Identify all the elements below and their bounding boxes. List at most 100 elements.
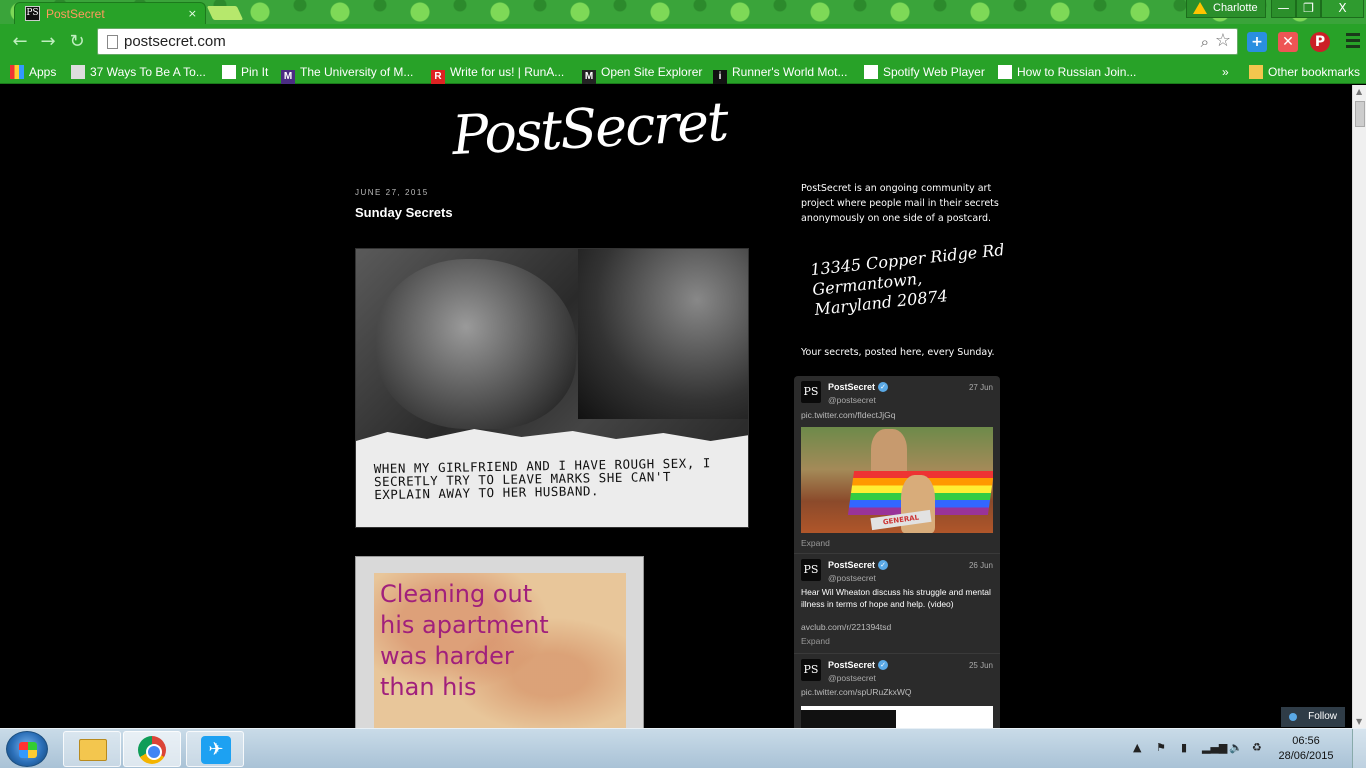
bookmark-apps[interactable]: Apps — [10, 63, 56, 81]
post-date: JUNE 27, 2015 — [355, 188, 429, 197]
tweet-handle[interactable]: @postsecret — [828, 573, 876, 583]
bookmark-item[interactable]: i Runner's World Mot... — [713, 63, 847, 84]
postcard-image: WHEN MY GIRLFRIEND AND I HAVE ROUGH SEX,… — [355, 248, 749, 528]
minimize-button[interactable]: — — [1271, 0, 1296, 18]
bookmark-item[interactable]: R Write for us! | RunA... — [431, 63, 565, 84]
bookmark-label: Write for us! | RunA... — [450, 65, 565, 79]
other-bookmarks[interactable]: Other bookmarks — [1249, 63, 1360, 81]
bookmark-item[interactable]: Pin It — [222, 63, 268, 81]
postcard-line: was harder — [380, 642, 514, 670]
twitter-icon: ✈ — [201, 736, 231, 764]
twitter-follow-button[interactable]: Follow — [1281, 707, 1345, 727]
volume-icon[interactable]: 🔈 — [1229, 741, 1243, 754]
tweet-expand-link[interactable]: Expand — [801, 538, 830, 548]
bookmark-label: The University of M... — [300, 65, 414, 79]
url-input[interactable] — [124, 29, 1024, 54]
warning-icon — [1193, 2, 1207, 14]
tweet-photo[interactable]: GENERAL — [801, 427, 993, 533]
bookmark-item[interactable]: How to Russian Join... — [998, 63, 1136, 81]
scroll-down-arrow-icon[interactable]: ▼ — [1356, 717, 1362, 726]
forward-arrow-icon[interactable]: → — [38, 32, 58, 52]
tweet-expand-link[interactable]: Expand — [801, 636, 830, 646]
tray-app-icon[interactable]: ♻ — [1252, 741, 1262, 754]
maximize-button[interactable]: ❐ — [1296, 0, 1321, 18]
scroll-up-arrow-icon[interactable]: ▲ — [1356, 87, 1362, 96]
postcard-photo-fur — [578, 249, 748, 419]
windows-taskbar: ✈ ▲ ⚑ ▮ ▂▄▆ 🔈 ♻ 06:56 28/06/2015 — [0, 728, 1366, 768]
avatar[interactable]: PS — [801, 381, 821, 403]
reload-icon[interactable]: ↻ — [67, 32, 87, 52]
add-extension-icon[interactable]: + — [1247, 32, 1267, 52]
tweet-date[interactable]: 25 Jun — [969, 661, 993, 670]
runners-world-icon: i — [713, 70, 727, 84]
chrome-menu-icon[interactable] — [1346, 33, 1360, 49]
show-hidden-icons-icon[interactable]: ▲ — [1133, 741, 1141, 754]
bookmark-item[interactable]: M Open Site Explorer — [582, 63, 703, 84]
bookmark-label: Pin It — [241, 65, 269, 79]
show-desktop-button[interactable] — [1352, 729, 1366, 768]
page-icon — [107, 35, 118, 49]
new-tab-button[interactable] — [206, 6, 244, 20]
tweet-date[interactable]: 27 Jun — [969, 383, 993, 392]
scrollbar-thumb[interactable] — [1355, 101, 1365, 127]
post-title[interactable]: Sunday Secrets — [355, 205, 453, 220]
verified-badge-icon: ✓ — [878, 660, 888, 670]
tab-title: PostSecret — [46, 7, 105, 21]
moz-m-icon: M — [582, 70, 596, 84]
twitter-bird-icon — [1289, 713, 1297, 721]
postcard-secret-text: WHEN MY GIRLFRIEND AND I HAVE ROUGH SEX,… — [373, 455, 711, 503]
battery-icon[interactable]: ▮ — [1181, 741, 1187, 754]
bookmarks-overflow-button[interactable]: » — [1222, 63, 1229, 81]
document-icon — [222, 65, 236, 79]
action-center-flag-icon[interactable]: ⚑ — [1156, 741, 1166, 754]
bookmark-star-icon[interactable]: ☆ — [1215, 30, 1231, 51]
profile-badge[interactable]: Charlotte — [1186, 0, 1266, 18]
tweet-handle[interactable]: @postsecret — [828, 395, 876, 405]
sidebar-intro: PostSecret is an ongoing community art p… — [801, 183, 999, 224]
avatar[interactable]: PS — [801, 659, 821, 681]
tweet-handle[interactable]: @postsecret — [828, 673, 876, 683]
runa-r-icon: R — [431, 70, 445, 84]
taskbar-twitter[interactable]: ✈ — [186, 731, 244, 767]
tab-close-icon[interactable]: × — [188, 7, 197, 20]
postcard-inner: Cleaning out his apartment was harder th… — [374, 573, 626, 728]
bookmark-item[interactable]: M The University of M... — [281, 63, 414, 84]
bookmark-item[interactable]: Spotify Web Player — [864, 63, 985, 81]
avatar[interactable]: PS — [801, 559, 821, 581]
bookmark-label: Apps — [29, 65, 57, 79]
bookmark-item[interactable]: 37 Ways To Be A To... — [71, 63, 206, 81]
tab-postsecret[interactable]: PS PostSecret × — [14, 2, 206, 24]
postcard-photo-face — [376, 259, 576, 429]
system-clock[interactable]: 06:56 28/06/2015 — [1276, 734, 1336, 764]
tweet[interactable]: PS PostSecret ✓ @postsecret 27 Jun pic.t… — [794, 376, 1000, 554]
page-scrollbar[interactable]: ▲ ▼ — [1352, 85, 1366, 728]
tweet-author-name[interactable]: PostSecret — [828, 660, 875, 670]
site-logo[interactable]: PostSecret — [451, 90, 729, 167]
postcard-line: his apartment — [380, 611, 549, 639]
bookmark-label: Open Site Explorer — [601, 65, 703, 79]
twitter-timeline-widget: PS PostSecret ✓ @postsecret 27 Jun pic.t… — [794, 376, 1000, 728]
back-arrow-icon[interactable]: ← — [10, 32, 30, 52]
tweet-date[interactable]: 26 Jun — [969, 561, 993, 570]
close-window-button[interactable]: X — [1321, 0, 1364, 18]
pinterest-icon[interactable]: P — [1310, 32, 1330, 52]
title-bar: PS PostSecret × Charlotte — ❐ X — [0, 0, 1366, 24]
tweet-text: Hear Wil Wheaton discuss his struggle an… — [801, 587, 991, 609]
tweet[interactable]: PS PostSecret ✓ @postsecret 26 Jun Hear … — [794, 554, 1000, 654]
postcard-line: than his — [380, 673, 477, 701]
search-icon[interactable]: ⌕ — [1201, 33, 1209, 51]
start-button[interactable] — [6, 731, 48, 767]
tweet-photo[interactable] — [801, 706, 993, 728]
taskbar-chrome[interactable] — [123, 731, 181, 767]
bookmarks-bar: Apps 37 Ways To Be A To... Pin It M The U… — [0, 60, 1366, 84]
tweet-link[interactable]: avclub.com/r/221394tsd — [801, 622, 891, 632]
tweet-author-name[interactable]: PostSecret — [828, 382, 875, 392]
tweet-author-name[interactable]: PostSecret — [828, 560, 875, 570]
tweet-link[interactable]: pic.twitter.com/fIdectJjGq — [801, 410, 895, 420]
tweet-link[interactable]: pic.twitter.com/spURuZkxWQ — [801, 687, 912, 697]
taskbar-explorer[interactable] — [63, 731, 121, 767]
profile-name: Charlotte — [1213, 2, 1258, 14]
address-bar[interactable]: ⌕ ☆ — [97, 28, 1238, 55]
extension-icon[interactable]: ✕ — [1278, 32, 1298, 52]
network-signal-icon[interactable]: ▂▄▆ — [1202, 741, 1227, 754]
